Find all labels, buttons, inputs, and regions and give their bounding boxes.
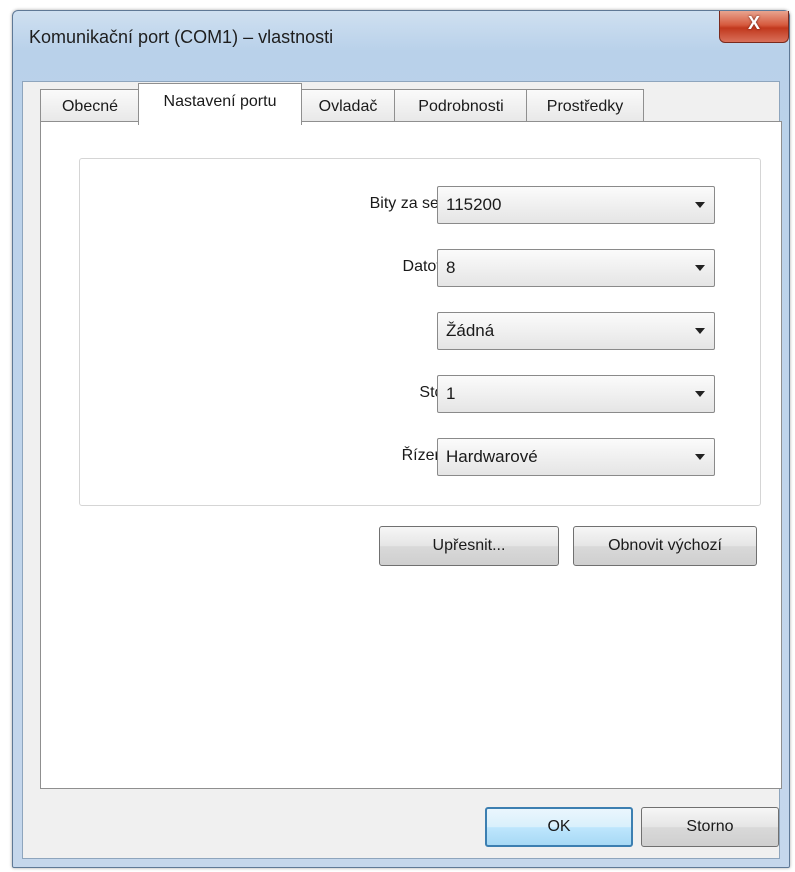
flow-control-select[interactable]: Hardwarové [437,438,715,476]
ok-button[interactable]: OK [485,807,633,847]
tab-general[interactable]: Obecné [40,89,140,125]
data-bits-value: 8 [446,258,456,277]
chevron-down-icon [695,391,705,397]
stop-bits-select[interactable]: 1 [437,375,715,413]
close-icon: X [747,13,760,33]
chevron-down-icon [695,265,705,271]
port-settings-panel: Bity za sekundu: 115200 Datové bity: 8 P… [40,121,782,789]
restore-defaults-button[interactable]: Obnovit výchozí [573,526,757,566]
flow-control-value: Hardwarové [446,447,538,466]
tab-details[interactable]: Podrobnosti [394,89,528,125]
dialog-window: Komunikační port (COM1) – vlastnosti X O… [12,10,790,868]
chevron-down-icon [695,328,705,334]
tab-driver[interactable]: Ovladač [300,89,396,125]
baud-rate-value: 115200 [446,195,502,214]
close-button[interactable]: X [719,11,789,43]
advanced-button[interactable]: Upřesnit... [379,526,559,566]
baud-rate-select[interactable]: 115200 [437,186,715,224]
cancel-button[interactable]: Storno [641,807,779,847]
tab-port-settings[interactable]: Nastavení portu [138,83,302,125]
tab-resources[interactable]: Prostředky [526,89,644,125]
chevron-down-icon [695,454,705,460]
parity-value: Žádná [446,321,495,340]
data-bits-select[interactable]: 8 [437,249,715,287]
window-title: Komunikační port (COM1) – vlastnosti [29,27,334,47]
chevron-down-icon [695,202,705,208]
parity-select[interactable]: Žádná [437,312,715,350]
stop-bits-value: 1 [446,384,456,403]
